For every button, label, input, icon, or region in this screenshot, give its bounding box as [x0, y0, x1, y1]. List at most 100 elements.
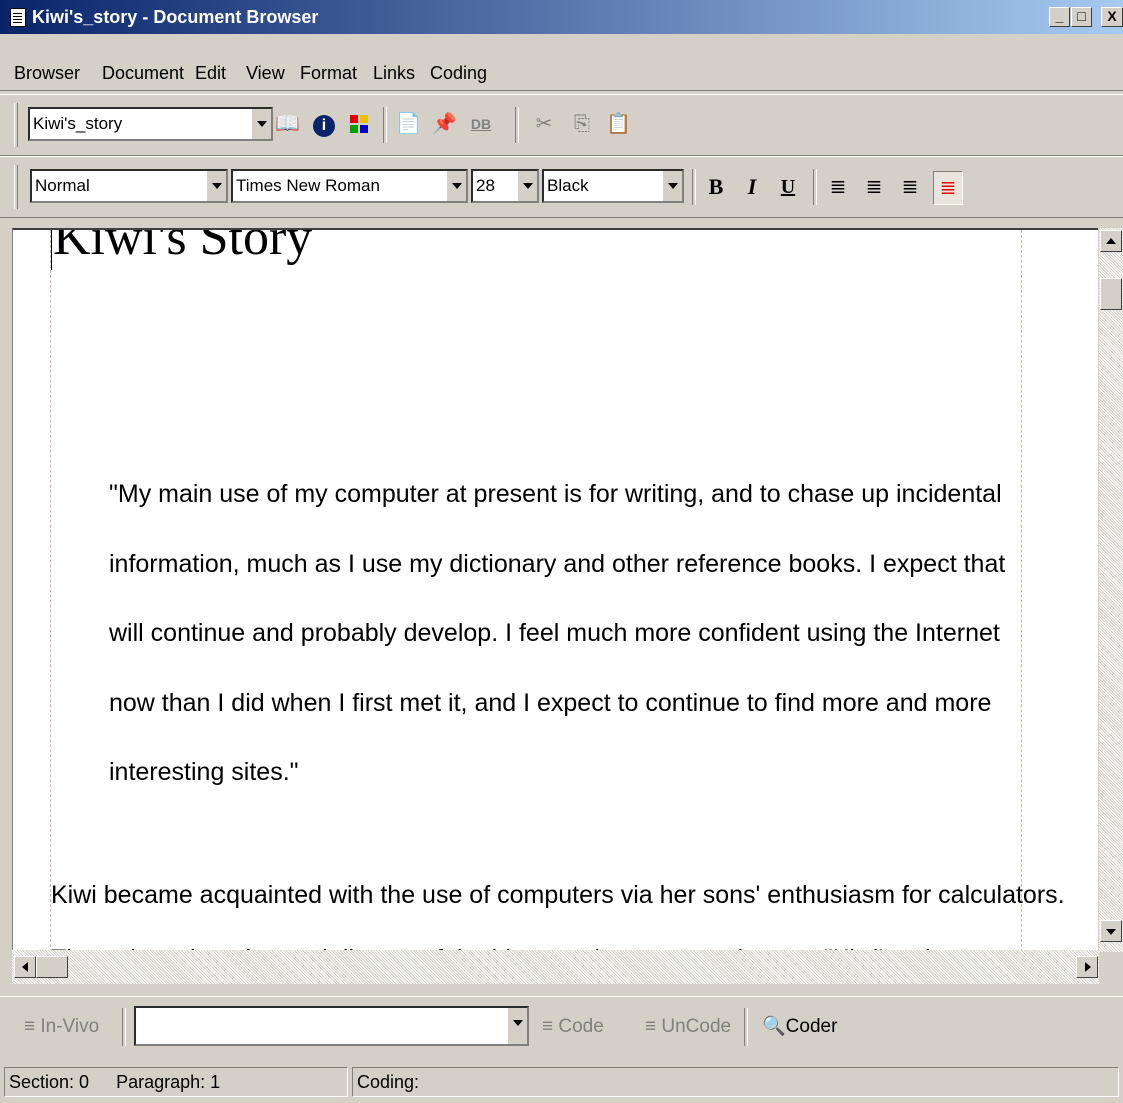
toolbar-separator [122, 1008, 126, 1046]
arrow-up-icon [1106, 238, 1116, 244]
document-icon [10, 8, 26, 27]
document-select-value: Kiwi's_story [33, 114, 123, 133]
grid-icon[interactable] [347, 111, 371, 137]
style-select[interactable]: Normal [30, 169, 228, 203]
arrow-left-icon [22, 962, 28, 972]
menu-view[interactable]: View [246, 58, 285, 88]
size-select-value: 28 [476, 176, 495, 195]
invivo-button[interactable]: ≡ In-Vivo [24, 1013, 99, 1041]
magnifier-icon: 🔍 [762, 1016, 786, 1037]
underline-button[interactable]: U [776, 174, 800, 200]
horizontal-scroll-thumb[interactable] [36, 956, 68, 978]
quote-line: interesting sites." [109, 758, 299, 786]
scroll-down-button[interactable] [1100, 920, 1122, 942]
lines-icon: ≡ [24, 1016, 36, 1037]
toolbar-grip[interactable] [14, 103, 18, 147]
color-select-value: Black [547, 176, 589, 195]
scroll-left-button[interactable] [14, 956, 36, 978]
uncode-label: UnCode [661, 1016, 732, 1037]
right-margin-guide [1021, 230, 1022, 952]
menu-document[interactable]: Document [102, 58, 184, 88]
size-select[interactable]: 28 [471, 169, 539, 203]
vertical-scroll-thumb[interactable] [1100, 278, 1122, 310]
menu-browser[interactable]: Browser [14, 58, 80, 88]
style-select-value: Normal [35, 176, 90, 195]
italic-button[interactable]: I [740, 174, 764, 200]
status-coding-label: Coding: [357, 1072, 420, 1092]
chevron-down-icon[interactable] [517, 171, 537, 201]
vertical-scrollbar[interactable] [1099, 228, 1123, 952]
quote-line: information, much as I use my dictionary… [109, 549, 1006, 578]
status-coding: Coding: [352, 1067, 1119, 1097]
font-select[interactable]: Times New Roman [231, 169, 468, 203]
minimize-button[interactable]: _ [1049, 7, 1070, 27]
document-title: Kiwi's Story [53, 228, 313, 266]
menu-bar: Browser Document Edit View Format Links … [0, 58, 1123, 91]
status-section: Section: 0 [9, 1072, 90, 1092]
node-select[interactable] [134, 1006, 529, 1046]
status-position: Section: 0 Paragraph: 1 [4, 1067, 348, 1097]
info-icon[interactable]: i [312, 111, 336, 137]
chevron-down-icon[interactable] [662, 171, 682, 201]
uncode-button[interactable]: ≡ UnCode [645, 1013, 731, 1041]
text-cursor [51, 230, 52, 270]
document-toolbar: Kiwi's_story 📖 i 📄 📌 DB ✂ ⎘ 📋 [0, 94, 1123, 156]
status-bar: Section: 0 Paragraph: 1 Coding: [0, 1063, 1123, 1103]
color-select[interactable]: Black [542, 169, 684, 203]
lines-icon: ≡ [645, 1016, 657, 1037]
toolbar-separator [383, 107, 387, 143]
chevron-down-icon[interactable] [206, 171, 226, 201]
align-left-icon[interactable]: ≣ [826, 174, 850, 200]
quote-line: now than I did when I first met it, and … [109, 688, 992, 717]
menu-links[interactable]: Links [373, 58, 415, 88]
maximize-button[interactable]: □ [1071, 7, 1092, 27]
partial-line: Through exchanging and dispute of the id… [51, 942, 1021, 950]
scissors-icon[interactable]: ✂ [532, 111, 556, 137]
document-select[interactable]: Kiwi's_story [28, 107, 273, 141]
align-center-icon[interactable]: ≣ [862, 174, 886, 200]
menu-edit[interactable]: Edit [195, 58, 226, 88]
chevron-down-icon[interactable] [507, 1008, 527, 1044]
code-label: Code [558, 1016, 604, 1037]
invivo-label: In-Vivo [40, 1016, 100, 1037]
close-button[interactable]: X [1101, 7, 1123, 27]
horizontal-scrollbar[interactable] [12, 950, 1099, 984]
format-toolbar: Normal Times New Roman 28 Black B I U ≣ … [0, 156, 1123, 218]
copy-icon[interactable]: ⎘ [570, 111, 594, 137]
toolbar-separator [515, 107, 519, 143]
align-right-icon[interactable]: ≣ [898, 174, 922, 200]
toolbar-separator [692, 169, 696, 205]
lines-icon: ≡ [542, 1016, 554, 1037]
menu-format[interactable]: Format [300, 58, 357, 88]
toolbar-separator [744, 1008, 748, 1046]
book-icon[interactable]: 📖 [275, 111, 300, 137]
coder-label: Coder [785, 1016, 838, 1037]
arrow-down-icon [1106, 929, 1116, 935]
window-title: Kiwi's_story - Document Browser [32, 7, 319, 27]
toolbar-separator [813, 169, 817, 205]
quote-block: "My main use of my computer at present i… [109, 460, 1006, 808]
justify-icon[interactable]: ≣ [933, 171, 963, 205]
scroll-up-button[interactable] [1100, 230, 1122, 252]
report-icon[interactable]: 📄 [396, 111, 421, 137]
status-paragraph: Paragraph: 1 [116, 1072, 221, 1092]
paste-icon[interactable]: 📋 [606, 111, 631, 137]
pushpin-icon[interactable]: 📌 [432, 111, 457, 137]
chevron-down-icon[interactable] [446, 171, 466, 201]
document-view[interactable]: Kiwi's Story "My main use of my computer… [12, 228, 1098, 952]
body-paragraph: Kiwi became acquainted with the use of c… [51, 881, 1065, 909]
quote-line: "My main use of my computer at present i… [109, 480, 1002, 508]
db-button[interactable]: DB [469, 111, 493, 137]
left-margin-guide [50, 230, 51, 952]
chevron-down-icon[interactable] [251, 109, 271, 139]
title-bar: Kiwi's_story - Document Browser _ □ X [0, 0, 1123, 34]
scroll-right-button[interactable] [1076, 956, 1098, 978]
partial-line-text: Through exchanging and dispute of the id… [51, 942, 951, 950]
coder-button[interactable]: 🔍Coder [762, 1013, 837, 1041]
menu-coding[interactable]: Coding [430, 58, 487, 88]
toolbar-grip[interactable] [14, 165, 18, 209]
arrow-right-icon [1085, 962, 1091, 972]
quote-line: will continue and probably develop. I fe… [109, 619, 1000, 647]
bold-button[interactable]: B [704, 174, 728, 200]
code-button[interactable]: ≡ Code [542, 1013, 604, 1041]
